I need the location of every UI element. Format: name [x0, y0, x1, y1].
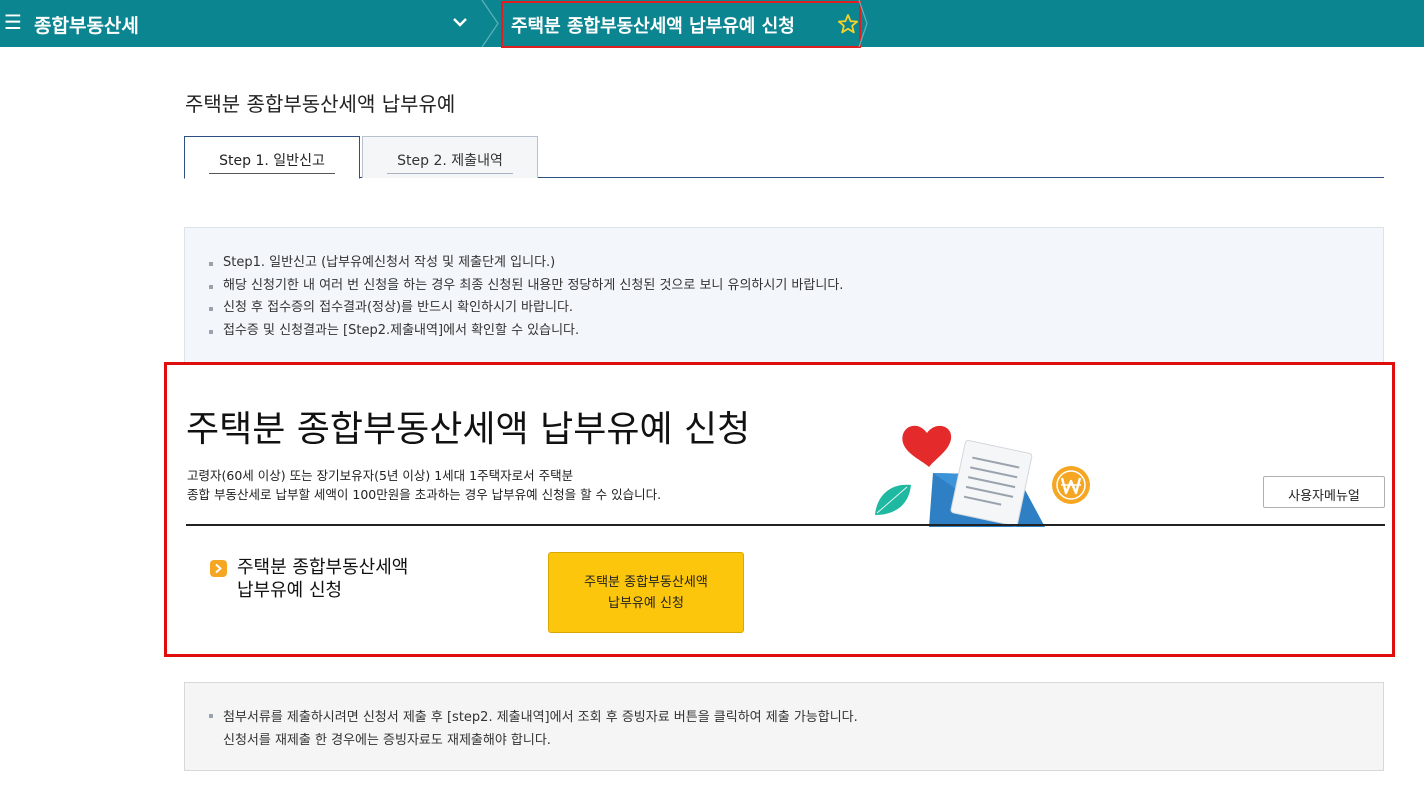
info-item: 접수증 및 신청결과는 [Step2.제출내역]에서 확인할 수 있습니다.	[209, 320, 843, 343]
apply-button-label: 주택분 종합부동산세액 납부유예 신청	[549, 572, 743, 614]
step-tabs: Step 1. 일반신고 Step 2. 제출내역	[184, 136, 1384, 179]
tab-step1-underline	[209, 173, 335, 174]
apply-button-line: 주택분 종합부동산세액	[584, 575, 708, 590]
info-box: Step1. 일반신고 (납부유예신청서 작성 및 제출단계 입니다.) 해당 …	[184, 227, 1384, 363]
tab-step2-label: Step 2. 제출내역	[397, 153, 503, 169]
chevron-down-icon[interactable]	[450, 10, 470, 34]
attachment-notice-box: 첨부서류를 제출하시려면 신청서 제출 후 [step2. 제출내역]에서 조회…	[184, 682, 1384, 771]
arrow-bullet-icon	[210, 560, 227, 577]
current-page-breadcrumb: 주택분 종합부동산세액 납부유예 신청	[501, 1, 861, 48]
info-item: 해당 신청기한 내 여러 번 신청을 하는 경우 최종 신청된 내용만 정당하게…	[209, 275, 843, 298]
tab-step2-submission-history[interactable]: Step 2. 제출내역	[362, 136, 538, 178]
tab-step2-underline	[387, 173, 513, 174]
app-title[interactable]: 종합부동산세	[34, 11, 139, 38]
current-page-title: 주택분 종합부동산세액 납부유예 신청	[511, 16, 795, 37]
tab-step1-general-report[interactable]: Step 1. 일반신고	[184, 136, 360, 179]
description-line: 종합 부동산세로 납부할 세액이 100만원을 초과하는 경우 납부유예 신청을…	[187, 487, 662, 502]
apply-button-line: 납부유예 신청	[608, 596, 684, 611]
apply-label-line: 주택분 종합부동산세액	[237, 557, 409, 578]
breadcrumb-end-separator	[858, 0, 868, 47]
tab-step1-label: Step 1. 일반신고	[219, 153, 325, 169]
info-item: Step1. 일반신고 (납부유예신청서 작성 및 제출단계 입니다.)	[209, 252, 843, 275]
apply-label-line: 납부유예 신청	[237, 580, 343, 601]
user-manual-label: 사용자메뉴얼	[1288, 489, 1360, 504]
info-item: 신청 후 접수증의 접수결과(정상)를 반드시 확인하시기 바랍니다.	[209, 297, 843, 320]
section-description: 고령자(60세 이상) 또는 장기보유자(5년 이상) 1세대 1주택자로서 주…	[187, 466, 661, 504]
page-title: 주택분 종합부동산세액 납부유예	[185, 92, 456, 116]
deferral-application-section: 주택분 종합부동산세액 납부유예 신청 고령자(60세 이상) 또는 장기보유자…	[164, 362, 1395, 657]
section-divider	[186, 524, 1385, 526]
user-manual-button[interactable]: 사용자메뉴얼	[1263, 476, 1385, 508]
description-line: 고령자(60세 이상) 또는 장기보유자(5년 이상) 1세대 1주택자로서 주…	[187, 468, 574, 483]
apply-deferral-button[interactable]: 주택분 종합부동산세액 납부유예 신청	[548, 552, 744, 633]
notice-line: 첨부서류를 제출하시려면 신청서 제출 후 [step2. 제출내역]에서 조회…	[209, 706, 858, 725]
apply-label: 주택분 종합부동산세액 납부유예 신청	[237, 556, 408, 602]
top-bar: ☰ 종합부동산세 주택분 종합부동산세액 납부유예 신청	[0, 0, 1424, 48]
heart-icon	[902, 425, 952, 467]
star-outline-icon[interactable]	[837, 13, 859, 35]
info-list: Step1. 일반신고 (납부유예신청서 작성 및 제출단계 입니다.) 해당 …	[209, 252, 843, 342]
notice-line: 신청서를 재제출 한 경우에는 증빙자료도 재제출해야 합니다.	[223, 733, 551, 748]
hamburger-icon[interactable]: ☰	[4, 12, 22, 32]
breadcrumb-separator	[481, 0, 499, 47]
section-title: 주택분 종합부동산세액 납부유예 신청	[186, 409, 751, 450]
envelope-illustration	[875, 425, 1090, 527]
